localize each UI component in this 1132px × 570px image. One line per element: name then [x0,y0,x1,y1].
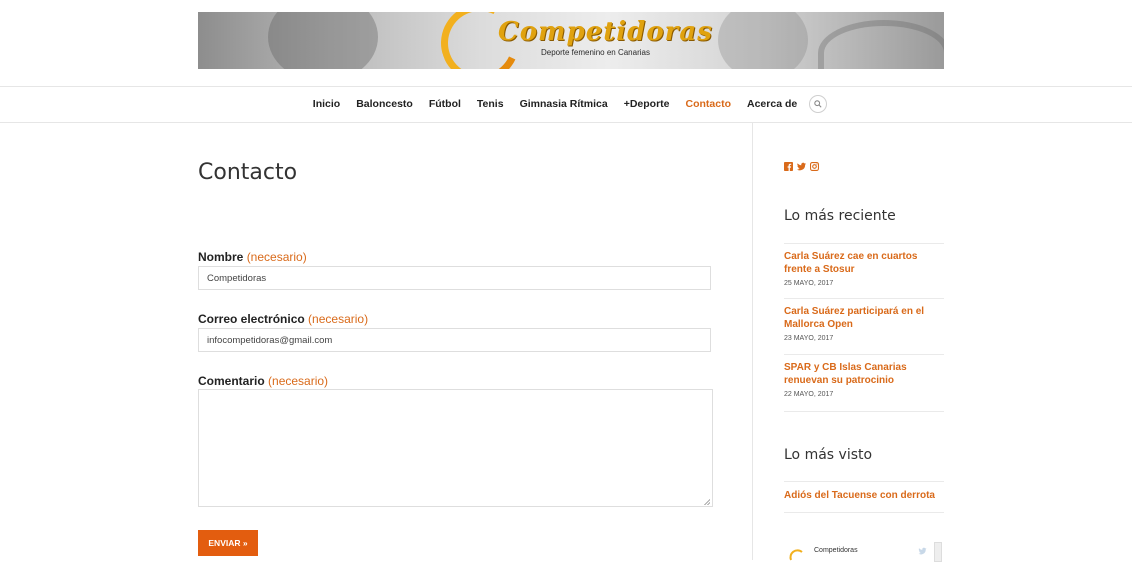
recent-post-item: Carla Suárez cae en cuartos frente a Sto… [784,250,944,287]
recent-post-date: 25 MAYO, 2017 [784,280,834,287]
divider [784,481,944,482]
nav-top-divider [0,86,1132,87]
nav-item-contacto[interactable]: Contacto [678,98,740,110]
email-field[interactable] [198,328,711,352]
recent-posts-heading: Lo más reciente [784,208,896,224]
main-nav: Inicio Baloncesto Fútbol Tenis Gimnasia … [0,92,1132,116]
nav-item-baloncesto[interactable]: Baloncesto [348,98,421,110]
comment-field[interactable] [198,389,713,507]
social-links [784,156,820,172]
nav-item-acerca-de[interactable]: Acerca de [739,98,805,110]
recent-post-item: SPAR y CB Islas Canarias renuevan su pat… [784,361,944,398]
instagram-icon[interactable] [810,156,820,172]
popular-post-link[interactable]: Adiós del Tacuense con derrota [784,489,944,502]
nav-item-tenis[interactable]: Tenis [469,98,512,110]
site-logo[interactable]: Competidoras [498,17,713,47]
banner-decoration [268,12,378,69]
banner-decoration [718,12,808,69]
resize-handle-icon[interactable] [704,499,710,505]
recent-post-item: Carla Suárez participará en el Mallorca … [784,305,944,342]
widget-scrollbar[interactable] [934,542,942,562]
popular-posts-heading: Lo más visto [784,447,873,463]
email-label: Correo electrónico (necesario) [198,312,368,326]
nav-bottom-divider [0,122,1132,123]
site-tagline: Deporte femenino en Canarias [541,48,650,57]
widget-logo-icon [789,549,803,561]
page-title: Contacto [198,160,298,185]
recent-post-link[interactable]: SPAR y CB Islas Canarias renuevan su pat… [784,361,944,387]
header-banner[interactable]: Competidoras Deporte femenino en Canaria… [198,12,944,69]
search-button[interactable] [809,95,828,113]
submit-button[interactable]: ENVIAR » [198,530,258,556]
popular-post-item: Adiós del Tacuense con derrota [784,489,944,502]
nav-item-mas-deporte[interactable]: +Deporte [616,98,678,110]
name-label: Nombre (necesario) [198,250,307,264]
comment-label-text: Comentario [198,374,265,388]
nav-item-inicio[interactable]: Inicio [305,98,348,110]
name-label-text: Nombre [198,250,244,264]
required-marker: (necesario) [246,250,307,264]
facebook-icon[interactable] [784,156,793,171]
divider [784,512,944,513]
sidebar-divider [752,122,753,560]
email-label-text: Correo electrónico [198,312,305,326]
required-marker: (necesario) [268,374,329,388]
divider [784,411,944,412]
recent-post-date: 22 MAYO, 2017 [784,391,834,398]
search-icon [814,100,822,108]
recent-post-link[interactable]: Carla Suárez cae en cuartos frente a Sto… [784,250,944,276]
name-field[interactable] [198,266,711,290]
required-marker: (necesario) [308,312,369,326]
recent-post-date: 23 MAYO, 2017 [784,335,834,342]
comment-label: Comentario (necesario) [198,374,328,388]
twitter-icon[interactable] [797,156,806,171]
divider [784,354,944,355]
twitter-icon[interactable] [918,547,927,555]
nav-item-gimnasia-ritmica[interactable]: Gimnasia Rítmica [512,98,616,110]
nav-item-futbol[interactable]: Fútbol [421,98,469,110]
divider [784,243,944,244]
social-feed-widget: Competidoras [784,538,944,562]
banner-decoration [818,20,944,69]
recent-post-link[interactable]: Carla Suárez participará en el Mallorca … [784,305,944,331]
divider [784,298,944,299]
widget-title[interactable]: Competidoras [814,547,858,554]
